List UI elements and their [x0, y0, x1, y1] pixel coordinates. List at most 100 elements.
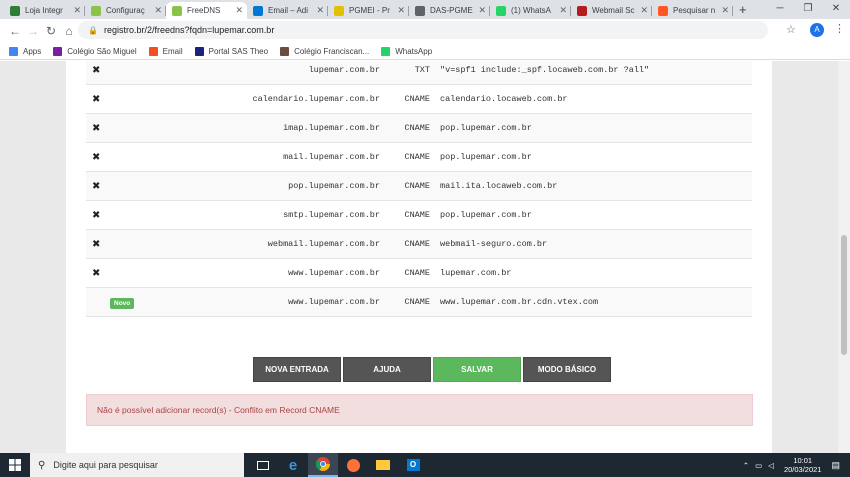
new-record-badge: Novo — [110, 297, 135, 309]
delete-record-icon[interactable]: ✖ — [92, 123, 100, 134]
dns-record-row: ✖ lupemar.com.br TXT "v=spf1 include:_spf.l… — [86, 61, 752, 85]
clock-date: 20/03/2021 — [783, 465, 822, 474]
tab-favicon-icon — [577, 5, 587, 16]
record-type: CNAME — [404, 181, 430, 191]
dns-record-row: ✖ smtp.lupemar.com.br CNAME pop.lupemar.com… — [86, 201, 752, 230]
lock-icon: 🔒 — [88, 25, 98, 35]
record-host: www.lupemar.com.br — [288, 268, 380, 278]
tab-close-icon[interactable]: ✕ — [478, 5, 486, 16]
network-icon[interactable]: ▭ — [755, 461, 762, 470]
bookmark-label: Email — [162, 46, 183, 56]
taskbar-search[interactable]: ⚲ Digite aqui para pesquisar — [30, 453, 244, 477]
forward-icon[interactable]: → — [24, 24, 42, 38]
browser-tab[interactable]: Loja Integr ✕ — [4, 2, 85, 19]
tab-title: Webmail Sc — [592, 6, 635, 15]
tab-title: PGMEI - Pr — [349, 6, 390, 15]
bookmarks-bar: Apps Colégio São Miguel Email Portal SAS Th… — [0, 43, 850, 60]
reload-icon[interactable]: ↻ — [42, 24, 60, 38]
tab-close-icon[interactable]: ✕ — [559, 5, 567, 16]
bookmark-item[interactable]: Colégio Franciscan... — [280, 46, 369, 56]
tab-close-icon[interactable]: ✕ — [154, 5, 162, 16]
close-window-icon[interactable]: ✕ — [822, 0, 850, 19]
windows-icon — [9, 459, 21, 471]
page-content: ✖ lupemar.com.br TXT "v=spf1 include:_spf.l… — [0, 61, 850, 453]
dns-records-table: ✖ lupemar.com.br TXT "v=spf1 include:_spf.l… — [86, 61, 752, 317]
browser-tab[interactable]: PGMEI - Pr ✕ — [328, 2, 409, 19]
system-tray: ⌃ ▭ ◁ 10:01 20/03/2021 ▤ — [743, 453, 850, 477]
browser-tab[interactable]: Configuraç ✕ — [85, 2, 166, 19]
new-entry-button[interactable]: NOVA ENTRADA — [253, 357, 341, 382]
profile-avatar[interactable]: A — [810, 23, 824, 37]
delete-record-icon[interactable]: ✖ — [92, 210, 100, 221]
browser-tab[interactable]: DAS-PGME ✕ — [409, 2, 490, 19]
chrome-icon[interactable] — [308, 453, 338, 477]
bookmark-star-icon[interactable]: ☆ — [786, 23, 796, 36]
tab-close-icon[interactable]: ✕ — [721, 5, 729, 16]
tab-title: Email – Adi — [268, 6, 309, 15]
tab-close-icon[interactable]: ✕ — [397, 5, 405, 16]
bookmark-item[interactable]: Colégio São Miguel — [53, 46, 137, 56]
record-action-cell: ✖ — [86, 152, 134, 163]
address-bar[interactable]: 🔒 registro.br/2/freedns?fqdn=lupemar.com… — [78, 21, 768, 39]
browser-tab[interactable]: Webmail Sc ✕ — [571, 2, 652, 19]
record-type: CNAME — [404, 268, 430, 278]
record-value: webmail-seguro.com.br — [440, 239, 548, 249]
back-icon[interactable]: ← — [6, 24, 24, 38]
delete-record-icon[interactable]: ✖ — [92, 94, 100, 105]
browser-tab[interactable]: Email – Adi ✕ — [247, 2, 328, 19]
file-explorer-icon[interactable] — [368, 453, 398, 477]
bookmark-item[interactable]: Email — [148, 46, 183, 56]
bookmark-label: Colégio São Miguel — [67, 46, 137, 56]
url-text: registro.br/2/freedns?fqdn=lupemar.com.b… — [103, 25, 275, 35]
home-icon[interactable]: ⌂ — [60, 24, 78, 38]
record-value: calendario.locaweb.com.br — [440, 94, 568, 104]
tab-close-icon[interactable]: ✕ — [235, 5, 243, 16]
edge-icon[interactable]: e — [278, 453, 308, 477]
browser-menu-icon[interactable]: ⋮ — [834, 22, 845, 35]
tab-close-icon[interactable]: ✕ — [316, 5, 324, 16]
record-value: "v=spf1 include:_spf.locaweb.com.br ?all… — [440, 65, 650, 75]
tab-favicon-icon — [172, 5, 182, 16]
record-type: CNAME — [404, 297, 430, 307]
basic-mode-button[interactable]: MODO BÁSICO — [523, 357, 611, 382]
record-action-cell: ✖ — [86, 239, 134, 250]
tab-close-icon[interactable]: ✕ — [640, 5, 648, 16]
new-tab-button[interactable]: + — [733, 2, 753, 19]
tray-chevron-icon[interactable]: ⌃ — [743, 461, 749, 470]
delete-record-icon[interactable]: ✖ — [92, 65, 100, 76]
browser-tab[interactable]: Pesquisar n ✕ — [652, 2, 733, 19]
outlook-icon[interactable]: O — [398, 453, 428, 477]
tab-list: Loja Integr ✕ Configuraç ✕ FreeDNS ✕ Email – A… — [0, 0, 733, 19]
tab-close-icon[interactable]: ✕ — [73, 5, 81, 16]
help-button[interactable]: AJUDA — [343, 357, 431, 382]
delete-record-icon[interactable]: ✖ — [92, 239, 100, 250]
bookmark-item[interactable]: Portal SAS Theo — [194, 46, 268, 56]
clock[interactable]: 10:01 20/03/2021 — [784, 456, 822, 474]
notifications-icon[interactable]: ▤ — [831, 460, 840, 471]
tab-favicon-icon — [496, 5, 506, 16]
minimize-icon[interactable]: ─ — [766, 0, 794, 19]
delete-record-icon[interactable]: ✖ — [92, 268, 100, 279]
bookmark-item[interactable]: WhatsApp — [381, 46, 433, 56]
dns-record-row: ✖ pop.lupemar.com.br CNAME mail.ita.locaweb… — [86, 172, 752, 201]
save-button[interactable]: SALVAR — [433, 357, 521, 382]
start-button[interactable] — [0, 453, 30, 477]
bookmark-label: WhatsApp — [395, 46, 433, 56]
dns-record-row: ✖ www.lupemar.com.br CNAME lupemar.com.br — [86, 259, 752, 288]
firefox-icon[interactable] — [338, 453, 368, 477]
tab-title: (1) WhatsA — [511, 6, 552, 15]
freedns-panel: ✖ lupemar.com.br TXT "v=spf1 include:_spf.l… — [66, 61, 772, 453]
record-host: pop.lupemar.com.br — [288, 181, 380, 191]
browser-tab[interactable]: (1) WhatsA ✕ — [490, 2, 571, 19]
browser-tab[interactable]: FreeDNS ✕ — [166, 2, 247, 19]
page-scrollbar-thumb[interactable] — [841, 235, 847, 355]
delete-record-icon[interactable]: ✖ — [92, 181, 100, 192]
delete-record-icon[interactable]: ✖ — [92, 152, 100, 163]
restore-icon[interactable]: ❐ — [794, 0, 822, 19]
task-view-icon[interactable] — [248, 453, 278, 477]
volume-icon[interactable]: ◁ — [768, 461, 774, 470]
taskbar-search-placeholder: Digite aqui para pesquisar — [53, 460, 158, 470]
tab-favicon-icon — [658, 5, 668, 16]
tab-title: DAS-PGME — [430, 6, 473, 15]
bookmark-item[interactable]: Apps — [9, 46, 41, 56]
